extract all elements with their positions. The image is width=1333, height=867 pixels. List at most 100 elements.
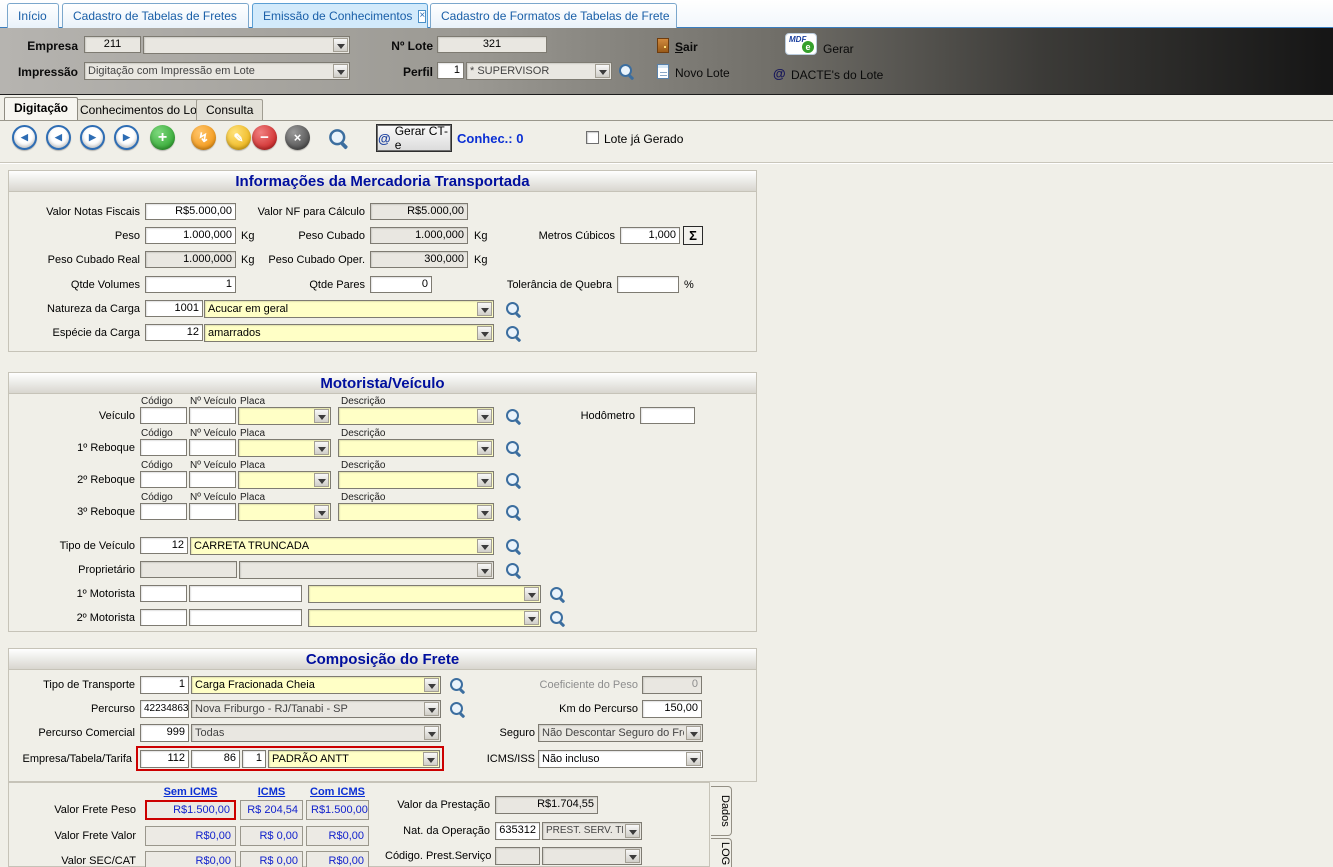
reboque3-placa-combo[interactable]: [238, 503, 331, 521]
tipo-veiculo-code-field[interactable]: 12: [140, 537, 188, 554]
tipo-transporte-combo[interactable]: Carga Fracionada Cheia: [191, 676, 441, 694]
dropdown-arrow-icon[interactable]: [314, 505, 329, 519]
reboque3-num-field[interactable]: [189, 503, 236, 520]
reboque1-descricao-combo[interactable]: [338, 439, 494, 457]
veiculo-codigo-field[interactable]: [140, 407, 187, 424]
tab-inicio[interactable]: Início: [7, 3, 59, 28]
tolerancia-field[interactable]: [617, 276, 679, 293]
reboque2-num-field[interactable]: [189, 471, 236, 488]
dropdown-arrow-icon[interactable]: [524, 611, 539, 625]
tipo-veiculo-combo[interactable]: CARRETA TRUNCADA: [190, 537, 494, 555]
perfil-code-field[interactable]: 1: [437, 62, 464, 79]
search-icon[interactable]: [328, 128, 349, 149]
km-percurso-field[interactable]: 150,00: [642, 700, 702, 718]
subtab-digitacao[interactable]: Digitação: [4, 97, 78, 120]
natureza-combo[interactable]: Acucar em geral: [204, 300, 494, 318]
qtde-pares-field[interactable]: 0: [370, 276, 432, 293]
reboque1-num-field[interactable]: [189, 439, 236, 456]
nat-operacao-code-field[interactable]: 635312: [495, 822, 540, 840]
close-tab-icon[interactable]: ×: [418, 10, 426, 23]
veiculo-num-field[interactable]: [189, 407, 236, 424]
nav-next-button[interactable]: ▶: [80, 125, 105, 150]
percurso-code-field[interactable]: 42234863: [140, 700, 189, 718]
especie-combo[interactable]: amarrados: [204, 324, 494, 342]
icms-iss-combo[interactable]: Não incluso: [538, 750, 703, 768]
dropdown-arrow-icon[interactable]: [686, 752, 701, 766]
motorista1-doc-field[interactable]: [189, 585, 302, 602]
motorista2-doc-field[interactable]: [189, 609, 302, 626]
search-icon[interactable]: [505, 301, 522, 318]
search-icon[interactable]: [549, 586, 566, 603]
search-icon[interactable]: [618, 63, 635, 80]
motorista2-codigo-field[interactable]: [140, 609, 187, 626]
search-icon[interactable]: [505, 472, 522, 489]
delete-record-button[interactable]: −: [252, 125, 277, 150]
add-record-button[interactable]: +: [150, 125, 175, 150]
peso-field[interactable]: 1.000,000: [145, 227, 236, 244]
dropdown-arrow-icon[interactable]: [477, 473, 492, 487]
percurso-combo[interactable]: Nova Friburgo - RJ/Tanabi - SP: [191, 700, 441, 718]
empresa-tabela-empresa-field[interactable]: 112: [140, 750, 189, 768]
tipo-transporte-code-field[interactable]: 1: [140, 676, 189, 694]
search-icon[interactable]: [505, 408, 522, 425]
nav-prev-button[interactable]: ◀: [46, 125, 71, 150]
side-tab-log[interactable]: LOG d: [711, 838, 732, 867]
dropdown-arrow-icon[interactable]: [686, 726, 701, 740]
search-icon[interactable]: [505, 538, 522, 555]
search-icon[interactable]: [505, 440, 522, 457]
reboque2-placa-combo[interactable]: [238, 471, 331, 489]
search-icon[interactable]: [505, 325, 522, 342]
perfil-combo[interactable]: * SUPERVISOR: [466, 62, 612, 80]
valor-notas-field[interactable]: R$5.000,00: [145, 203, 236, 220]
reboque1-placa-combo[interactable]: [238, 439, 331, 457]
especie-code-field[interactable]: 12: [145, 324, 203, 341]
veiculo-descricao-combo[interactable]: [338, 407, 494, 425]
search-icon[interactable]: [449, 677, 466, 694]
post-record-button[interactable]: ↯: [191, 125, 216, 150]
reboque3-codigo-field[interactable]: [140, 503, 187, 520]
dropdown-arrow-icon[interactable]: [477, 326, 492, 340]
dropdown-arrow-icon[interactable]: [477, 505, 492, 519]
edit-record-button[interactable]: ✎: [226, 125, 251, 150]
dropdown-arrow-icon[interactable]: [477, 302, 492, 316]
dropdown-arrow-icon[interactable]: [477, 563, 492, 577]
dropdown-arrow-icon[interactable]: [314, 409, 329, 423]
nat-operacao-combo[interactable]: PREST. SERV. TRANS: [542, 822, 642, 840]
novo-lote-button[interactable]: Novo Lote: [675, 66, 730, 80]
empresa-tabela-tabela-field[interactable]: 86: [191, 750, 240, 768]
dropdown-arrow-icon[interactable]: [314, 441, 329, 455]
reboque3-descricao-combo[interactable]: [338, 503, 494, 521]
subtab-conhecimentos-lote[interactable]: Conhecimentos do Lote: [70, 99, 217, 120]
tab-cadastro-tabelas-fretes[interactable]: Cadastro de Tabelas de Fretes: [62, 3, 249, 28]
dropdown-arrow-icon[interactable]: [333, 38, 348, 52]
dacte-button[interactable]: DACTE's do Lote: [791, 68, 883, 82]
sair-button[interactable]: Sair: [675, 40, 698, 54]
empresa-field[interactable]: 211: [84, 36, 141, 53]
motorista2-combo[interactable]: [308, 609, 541, 627]
dropdown-arrow-icon[interactable]: [524, 587, 539, 601]
qtde-volumes-field[interactable]: 1: [145, 276, 236, 293]
empresa-tabela-tarifa-field[interactable]: 1: [242, 750, 266, 768]
dropdown-arrow-icon[interactable]: [625, 824, 640, 838]
lote-field[interactable]: 321: [437, 36, 547, 53]
dropdown-arrow-icon[interactable]: [625, 849, 640, 863]
tab-emissao-conhecimentos[interactable]: Emissão de Conhecimentos ×: [252, 3, 428, 28]
search-icon[interactable]: [449, 701, 466, 718]
side-tab-dados[interactable]: Dados: [711, 786, 732, 836]
motorista1-codigo-field[interactable]: [140, 585, 187, 602]
empresa-tabela-combo[interactable]: PADRÃO ANTT: [268, 750, 440, 768]
nav-first-button[interactable]: ◀: [12, 125, 37, 150]
natureza-code-field[interactable]: 1001: [145, 300, 203, 317]
search-icon[interactable]: [505, 504, 522, 521]
empresa-combo[interactable]: [143, 36, 350, 54]
dropdown-arrow-icon[interactable]: [595, 64, 610, 78]
reboque1-codigo-field[interactable]: [140, 439, 187, 456]
reboque2-codigo-field[interactable]: [140, 471, 187, 488]
impressao-combo[interactable]: Digitação com Impressão em Lote: [84, 62, 350, 80]
veiculo-placa-combo[interactable]: [238, 407, 331, 425]
hodometro-field[interactable]: [640, 407, 695, 424]
lote-gerado-checkbox[interactable]: [586, 131, 599, 144]
search-icon[interactable]: [549, 610, 566, 627]
cancel-button[interactable]: ×: [285, 125, 310, 150]
gerar-cte-button[interactable]: @ Gerar CT-e: [377, 125, 451, 151]
